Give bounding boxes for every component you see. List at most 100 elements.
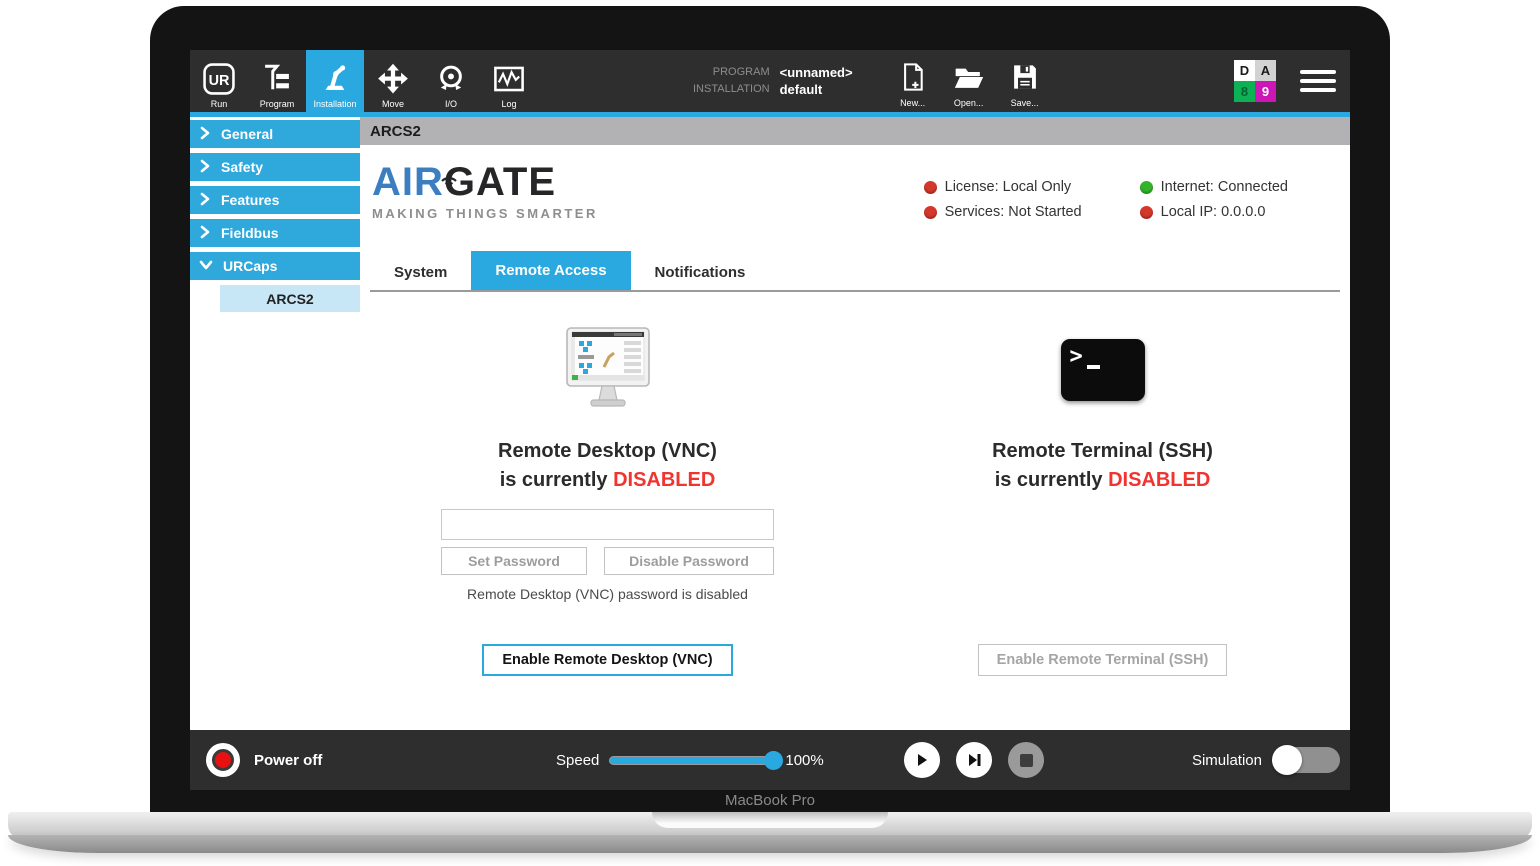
chevron-right-icon (199, 126, 211, 143)
play-button[interactable] (904, 742, 940, 778)
tab-log-label: Log (501, 99, 517, 109)
sidebar-item-urcaps[interactable]: URCaps (190, 252, 360, 280)
status-dot-red-icon (1139, 205, 1153, 219)
play-icon (918, 754, 927, 766)
program-info: PROGRAM INSTALLATION <unnamed> default (693, 50, 853, 112)
vnc-password-note: Remote Desktop (VNC) password is disable… (467, 586, 748, 602)
tab-installation-label: Installation (313, 99, 357, 109)
speed-value: 100% (785, 751, 824, 769)
tab-program[interactable]: Program (248, 50, 306, 112)
tab-installation[interactable]: Installation (306, 50, 364, 112)
installation-sidebar: General Safety Features Fieldbus URCaps … (190, 117, 360, 730)
badge-cell-d: D (1234, 60, 1255, 81)
tab-io-label: I/O (444, 99, 457, 109)
save-floppy-icon (1011, 62, 1039, 97)
simulation-label: Simulation (1191, 751, 1262, 769)
speed-slider-knob[interactable] (764, 750, 784, 770)
stop-button[interactable] (1008, 742, 1044, 778)
laptop-base-notch (652, 812, 888, 828)
open-button[interactable]: Open... (953, 62, 985, 108)
tab-run[interactable]: UR Run (190, 50, 248, 112)
urcap-status-badge[interactable]: D A 8 9 (1234, 60, 1276, 102)
sidebar-item-label: Fieldbus (221, 225, 279, 241)
sidebar-item-fieldbus[interactable]: Fieldbus (190, 219, 360, 247)
sidebar-item-safety[interactable]: Safety (190, 153, 360, 181)
speed-slider[interactable] (609, 750, 784, 770)
tab-run-label: Run (210, 99, 228, 109)
badge-cell-8: 8 (1234, 81, 1255, 102)
sidebar-item-features[interactable]: Features (190, 186, 360, 214)
save-button-label: Save... (1010, 98, 1039, 108)
tab-io[interactable]: I/O (422, 50, 480, 112)
installation-value: default (779, 82, 823, 97)
sidebar-item-label: Features (221, 192, 280, 208)
terminal-icon: > (1060, 339, 1145, 401)
power-off-label: Power off (254, 751, 323, 769)
sidebar-subitem-label: ARCS2 (266, 290, 314, 307)
badge-cell-a: A (1255, 60, 1276, 81)
tab-remote-access-label: Remote Access (495, 262, 607, 279)
ssh-status-word: DISABLED (1108, 469, 1211, 491)
simulation-toggle[interactable] (1272, 745, 1340, 775)
file-actions: New... Open... Save... (899, 50, 1039, 112)
device-label: MacBook Pro (724, 792, 816, 809)
remote-desktop-monitor-icon (558, 326, 658, 414)
status-services-label: Services: Not Started (944, 204, 1082, 220)
tab-move-label: Move (381, 99, 404, 109)
urcap-panel: AIRGATE MAKING THINGS SMARTER License: L… (360, 145, 1350, 730)
power-off-button[interactable] (206, 743, 240, 777)
skip-forward-icon (968, 754, 980, 766)
program-value: <unnamed> (779, 65, 853, 80)
status-dot-red-icon (923, 180, 937, 194)
tab-notifications[interactable]: Notifications (631, 255, 770, 290)
laptop-frame: UR Run Program Installation Move I/O Log… (0, 0, 1540, 866)
brand-name-gate: GATE (443, 160, 557, 204)
status-internet-label: Internet: Connected (1160, 179, 1288, 195)
log-waveform-icon (491, 60, 527, 98)
tab-remote-access[interactable]: Remote Access (471, 251, 631, 290)
tab-log[interactable]: Log (480, 50, 538, 112)
speed-label: Speed (556, 751, 600, 769)
sidebar-item-label: Safety (221, 159, 264, 175)
new-button[interactable]: New... (899, 62, 927, 108)
hamburger-menu-icon[interactable] (1300, 65, 1336, 97)
polyscope-screen: UR Run Program Installation Move I/O Log… (190, 50, 1350, 790)
enable-vnc-button[interactable]: Enable Remote Desktop (VNC) (482, 644, 733, 676)
bottom-bar: Power off Speed 100% Simulation (190, 730, 1350, 790)
step-button[interactable] (956, 742, 992, 778)
move-arrows-icon (375, 60, 411, 98)
power-indicator-icon (212, 749, 234, 771)
save-button[interactable]: Save... (1011, 62, 1039, 108)
vnc-password-input[interactable] (441, 509, 774, 540)
disable-password-button[interactable]: Disable Password (604, 547, 774, 575)
sidebar-item-label: URCaps (223, 258, 278, 274)
enable-ssh-button[interactable]: Enable Remote Terminal (SSH) (977, 644, 1228, 676)
simulation-toggle-knob[interactable] (1272, 745, 1302, 775)
status-dot-red-icon (923, 205, 937, 219)
brand-name-air: AIR (372, 160, 444, 204)
tab-system[interactable]: System (370, 255, 471, 290)
sidebar-item-general[interactable]: General (190, 120, 360, 148)
status-indicators: License: Local Only Internet: Connected … (923, 179, 1288, 220)
urcap-tabs: System Remote Access Notifications (370, 251, 1340, 292)
ssh-status-line: is currently DISABLED (995, 469, 1211, 492)
vnc-status-prefix: is currently (499, 469, 614, 491)
set-password-button[interactable]: Set Password (441, 547, 587, 575)
top-toolbar: UR Run Program Installation Move I/O Log… (190, 50, 1350, 112)
ssh-status-prefix: is currently (994, 469, 1109, 491)
chevron-right-icon (199, 192, 211, 209)
tab-notifications-label: Notifications (654, 264, 746, 281)
new-button-label: New... (900, 98, 926, 108)
program-tree-icon (259, 60, 295, 98)
status-dot-green-icon (1139, 180, 1153, 194)
tab-move[interactable]: Move (364, 50, 422, 112)
vnc-status-word: DISABLED (613, 469, 716, 491)
chevron-right-icon (199, 159, 211, 176)
screen-bezel: UR Run Program Installation Move I/O Log… (150, 6, 1390, 812)
chevron-right-icon (199, 225, 211, 242)
sidebar-item-label: General (221, 126, 274, 142)
wifi-icon (438, 153, 460, 195)
stop-icon (1019, 753, 1033, 767)
status-local-ip-label: Local IP: 0.0.0.0 (1160, 204, 1266, 220)
sidebar-subitem-arcs2[interactable]: ARCS2 (220, 285, 360, 312)
